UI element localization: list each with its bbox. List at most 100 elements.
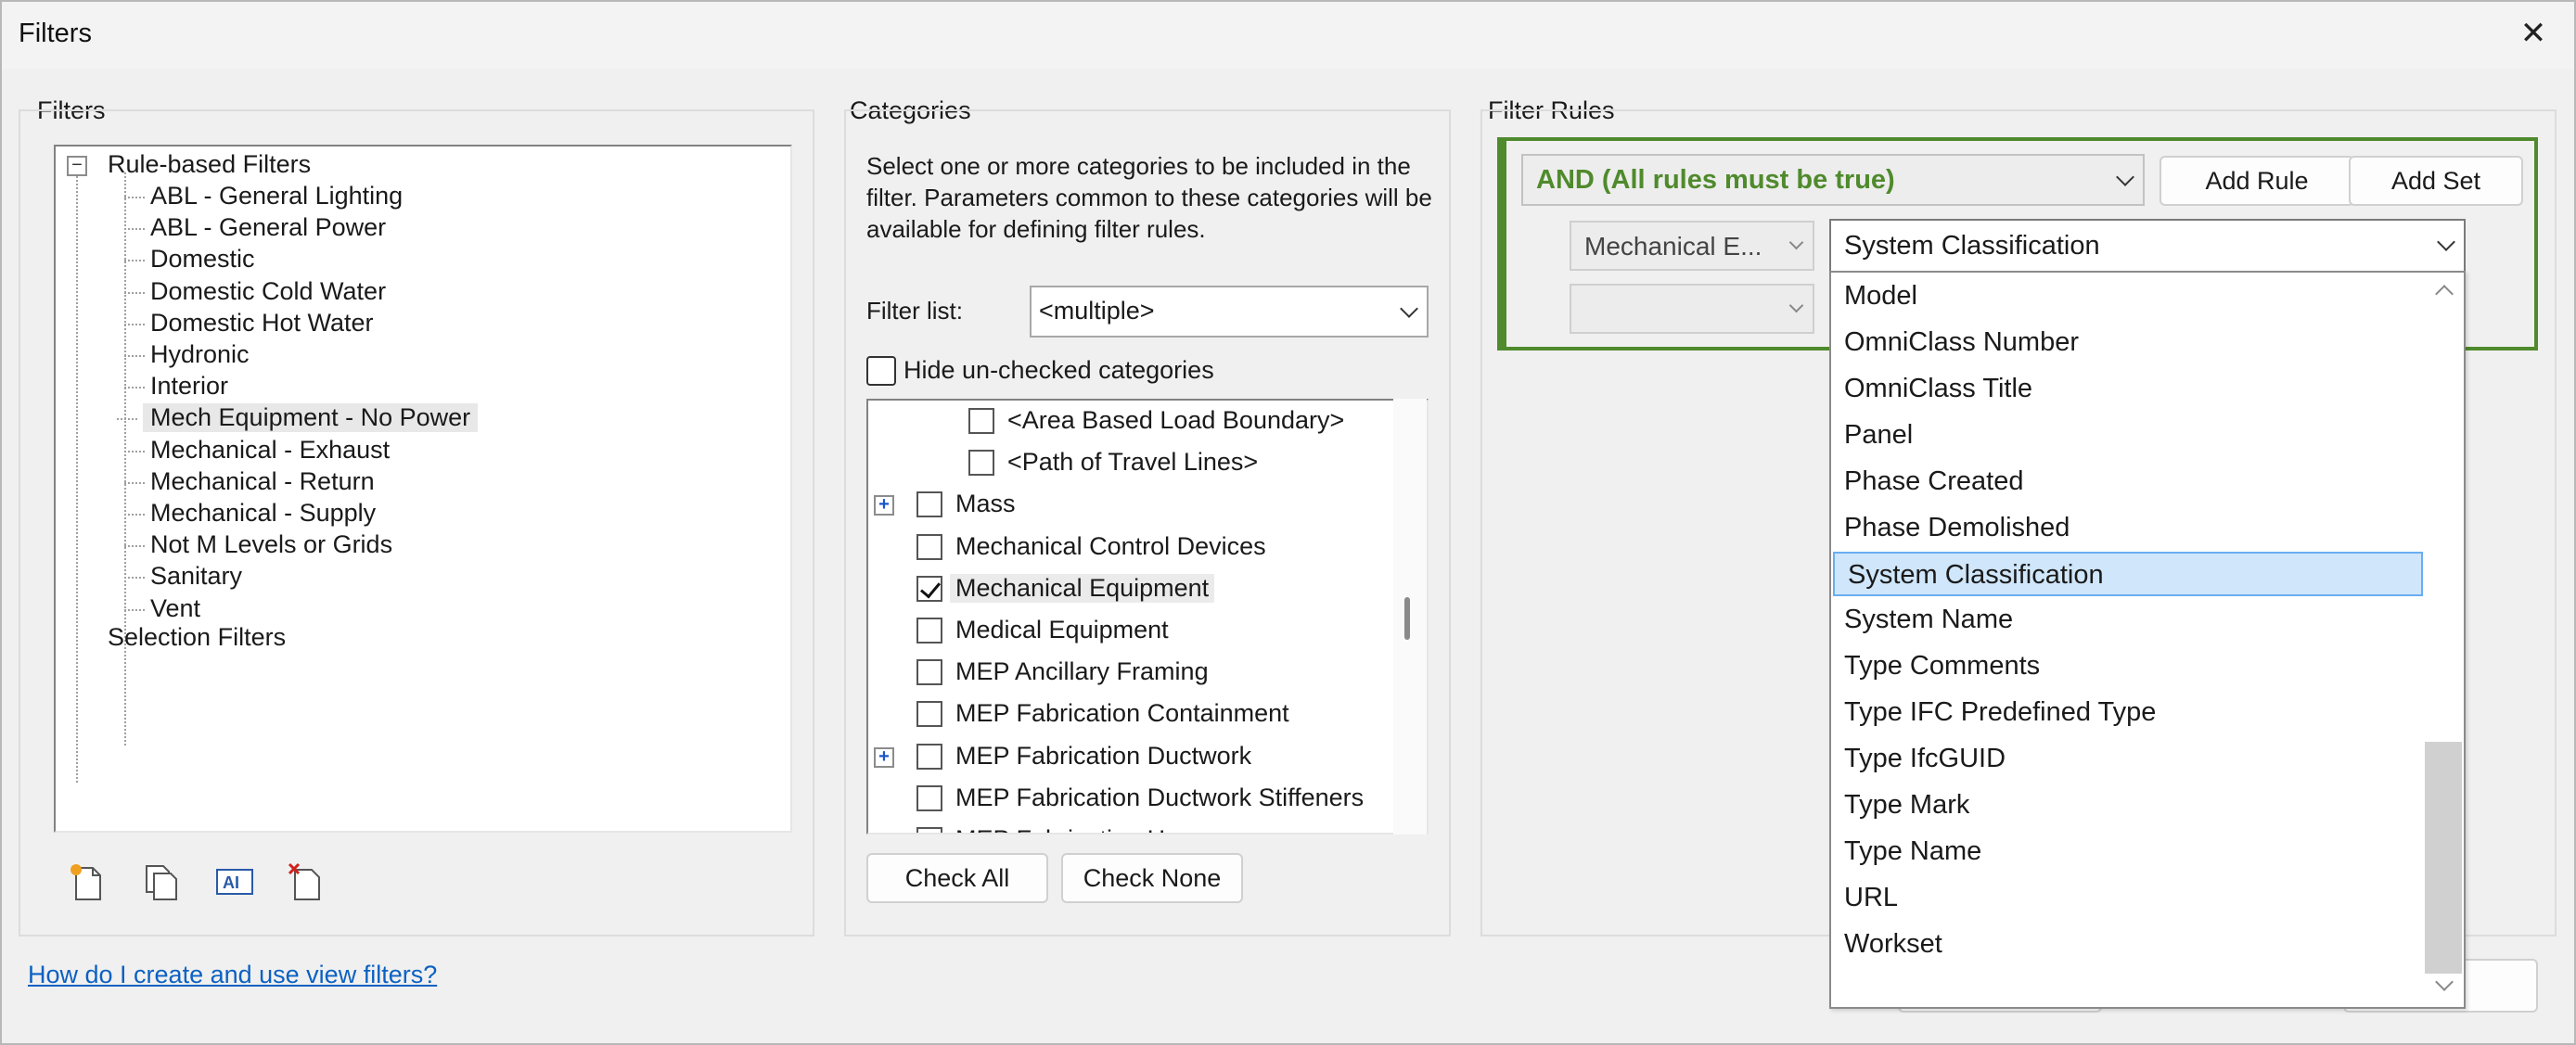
category-checkbox[interactable] — [916, 533, 942, 560]
tree-root-selection-filters[interactable]: Selection Filters — [108, 623, 286, 652]
tree-item-filter[interactable]: Not M Levels or Grids — [124, 530, 392, 559]
category-row[interactable]: MEP Fabrication Hangers — [868, 823, 1388, 833]
tree-connector — [124, 260, 145, 262]
category-checkbox[interactable] — [916, 618, 942, 644]
tree-item-label: Mech Equipment - No Power — [150, 403, 471, 432]
tree-connector — [124, 514, 145, 516]
category-label: MEP Ancillary Framing — [955, 657, 1209, 686]
add-rule-button[interactable]: Add Rule — [2159, 156, 2354, 206]
delete-filter-icon[interactable] — [284, 859, 330, 905]
tree-item-filter[interactable]: Mechanical - Return — [124, 466, 375, 496]
categories-list[interactable]: <Area Based Load Boundary> <Path of Trave… — [866, 399, 1429, 835]
category-row[interactable]: + MEP Fabrication Ductwork — [868, 740, 1388, 777]
categories-scroll-thumb[interactable] — [1404, 597, 1410, 640]
rule-operator-select[interactable] — [1570, 284, 1814, 334]
category-row[interactable]: <Area Based Load Boundary> — [868, 404, 1388, 441]
tree-item-filter[interactable]: ABL - General Lighting — [124, 182, 404, 210]
tree-connector — [124, 608, 145, 611]
category-label: Mechanical Control Devices — [955, 531, 1266, 560]
help-link[interactable]: How do I create and use view filters? — [28, 961, 437, 989]
rule-category-value: Mechanical E... — [1584, 232, 1762, 261]
category-checkbox[interactable] — [968, 450, 994, 477]
tree-connector — [124, 545, 145, 548]
tree-item-filter[interactable]: Sanitary — [124, 562, 242, 591]
tree-item-filter[interactable]: Mechanical - Supply — [124, 499, 376, 528]
chevron-down-icon — [1788, 298, 1804, 313]
dropdown-option[interactable]: URL — [1831, 876, 2425, 921]
category-checkbox[interactable] — [916, 784, 942, 811]
filters-tree[interactable]: − Rule-based Filters ABL - General Light… — [54, 145, 792, 833]
hide-unchecked-label: Hide un-checked categories — [904, 356, 1214, 384]
category-row[interactable]: Mechanical Control Devices — [868, 530, 1388, 567]
categories-description: Select one or more categories to be incl… — [866, 152, 1432, 243]
chevron-down-icon — [1400, 299, 1418, 318]
tree-item-filter[interactable]: Mech Equipment - No Power — [117, 403, 479, 433]
filter-list-select[interactable]: <multiple> — [1030, 286, 1429, 338]
dropdown-option[interactable]: Type IfcGUID — [1831, 737, 2425, 782]
category-row[interactable]: MEP Fabrication Containment — [868, 697, 1388, 734]
category-row[interactable]: Medical Equipment — [868, 614, 1388, 651]
category-row[interactable]: Mechanical Equipment — [868, 572, 1388, 609]
dropdown-option[interactable]: Model — [1831, 274, 2425, 319]
expand-icon[interactable]: + — [874, 495, 894, 516]
category-label: <Area Based Load Boundary> — [1007, 406, 1345, 434]
check-none-button[interactable]: Check None — [1061, 853, 1243, 903]
tree-item-filter[interactable]: Mechanical - Exhaust — [124, 435, 391, 465]
dropdown-option[interactable]: Phase Demolished — [1831, 506, 2425, 551]
category-checkbox[interactable] — [916, 575, 942, 602]
category-checkbox[interactable] — [916, 659, 942, 686]
parameter-dropdown-list[interactable]: Model OmniClass Number OmniClass Title Pane… — [1829, 271, 2466, 1009]
hide-unchecked-checkbox[interactable] — [866, 356, 896, 386]
category-checkbox[interactable] — [968, 408, 994, 434]
rename-filter-icon[interactable]: AI — [211, 859, 258, 905]
category-checkbox[interactable] — [916, 827, 942, 833]
tree-item-label: ABL - General Lighting — [150, 182, 404, 210]
category-row[interactable]: MEP Fabrication Ductwork Stiffeners — [868, 782, 1388, 819]
rule-category-select[interactable]: Mechanical E... — [1570, 221, 1814, 271]
tree-item-filter[interactable]: Domestic Cold Water — [124, 276, 387, 306]
tree-item-filter[interactable]: Hydronic — [124, 340, 250, 369]
categories-scrollbar[interactable] — [1393, 399, 1427, 835]
close-icon[interactable]: ✕ — [2513, 13, 2554, 54]
dropdown-scroll-thumb[interactable] — [2425, 742, 2462, 974]
collapse-icon[interactable]: − — [67, 156, 87, 176]
check-all-button[interactable]: Check All — [866, 853, 1048, 903]
dropdown-option[interactable]: Phase Created — [1831, 460, 2425, 504]
rule-parameter-select[interactable]: System Classification — [1829, 219, 2466, 273]
dropdown-option[interactable]: OmniClass Title — [1831, 367, 2425, 412]
dropdown-option[interactable]: Type IFC Predefined Type — [1831, 691, 2425, 735]
new-filter-icon[interactable] — [65, 859, 111, 905]
tree-item-label: Mechanical - Return — [150, 466, 375, 495]
duplicate-filter-icon[interactable] — [137, 859, 184, 905]
category-row[interactable]: MEP Ancillary Framing — [868, 656, 1388, 693]
tree-connector — [124, 450, 145, 452]
tree-item-filter[interactable]: Vent — [124, 594, 200, 623]
tree-item-filter[interactable]: Domestic — [124, 245, 255, 274]
tree-item-filter[interactable]: ABL - General Power — [124, 213, 386, 242]
chevron-down-icon — [2437, 233, 2455, 251]
dropdown-option[interactable]: System Classification — [1833, 552, 2423, 597]
category-checkbox[interactable] — [916, 491, 942, 518]
category-checkbox[interactable] — [916, 743, 942, 770]
logic-operator-value: AND (All rules must be true) — [1536, 165, 1895, 195]
logic-operator-select[interactable]: AND (All rules must be true) — [1521, 154, 2145, 206]
tree-root-rule-based-filters[interactable]: Rule-based Filters — [108, 150, 311, 179]
dropdown-option[interactable]: Workset — [1831, 923, 2425, 967]
tree-item-label: Domestic Cold Water — [150, 276, 387, 305]
tree-item-label: Mechanical - Exhaust — [150, 435, 391, 464]
add-set-button[interactable]: Add Set — [2349, 156, 2523, 206]
category-row[interactable]: + Mass — [868, 488, 1388, 525]
tree-item-filter[interactable]: Interior — [124, 372, 228, 401]
tree-item-filter[interactable]: Domestic Hot Water — [124, 309, 374, 338]
expand-icon[interactable]: + — [874, 746, 894, 768]
category-checkbox[interactable] — [916, 701, 942, 728]
dropdown-option[interactable]: OmniClass Number — [1831, 321, 2425, 365]
dropdown-option[interactable]: System Name — [1831, 598, 2425, 643]
category-row[interactable]: <Path of Travel Lines> — [868, 446, 1388, 483]
dropdown-option[interactable]: Type Comments — [1831, 644, 2425, 689]
tree-connector — [76, 172, 78, 783]
dropdown-option[interactable]: Type Name — [1831, 830, 2425, 874]
dropdown-option[interactable]: Panel — [1831, 414, 2425, 458]
dropdown-option[interactable]: Type Mark — [1831, 784, 2425, 828]
tree-connector — [117, 418, 137, 421]
